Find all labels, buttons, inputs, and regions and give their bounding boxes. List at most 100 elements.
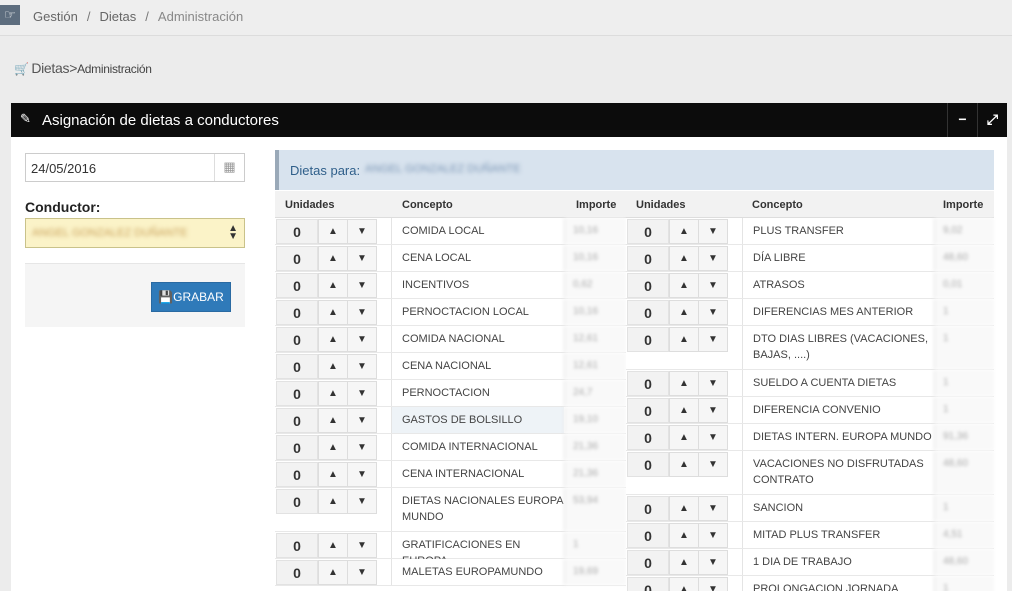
increment-chevron-up-icon[interactable]: ▲ — [669, 327, 699, 352]
increment-chevron-up-icon[interactable]: ▲ — [669, 300, 699, 325]
increment-chevron-up-icon[interactable]: ▲ — [669, 550, 699, 575]
minimize-button[interactable]: − — [947, 103, 977, 137]
increment-chevron-up-icon[interactable]: ▲ — [318, 273, 348, 298]
units-value[interactable]: 0 — [276, 408, 318, 433]
units-value[interactable]: 0 — [276, 354, 318, 379]
increment-chevron-up-icon[interactable]: ▲ — [669, 577, 699, 591]
decrement-chevron-down-icon[interactable]: ▼ — [347, 408, 377, 433]
decrement-chevron-down-icon[interactable]: ▼ — [347, 489, 377, 514]
decrement-chevron-down-icon[interactable]: ▼ — [347, 462, 377, 487]
units-value[interactable]: 0 — [276, 462, 318, 487]
increment-chevron-up-icon[interactable]: ▲ — [318, 462, 348, 487]
conductor-value: ANGEL GONZALEZ DUÑANTE — [32, 227, 188, 239]
decrement-chevron-down-icon[interactable]: ▼ — [698, 425, 728, 450]
importe-value: 10,16 — [564, 245, 626, 271]
concept-label: CENA NACIONAL — [391, 353, 564, 379]
decrement-chevron-down-icon[interactable]: ▼ — [347, 381, 377, 406]
increment-chevron-up-icon[interactable]: ▲ — [318, 435, 348, 460]
decrement-chevron-down-icon[interactable]: ▼ — [347, 354, 377, 379]
decrement-chevron-down-icon[interactable]: ▼ — [347, 300, 377, 325]
floppy-icon: 💾 — [158, 290, 174, 304]
decrement-chevron-down-icon[interactable]: ▼ — [698, 398, 728, 423]
decrement-chevron-down-icon[interactable]: ▼ — [698, 452, 728, 477]
units-value[interactable]: 0 — [276, 327, 318, 352]
increment-chevron-up-icon[interactable]: ▲ — [318, 327, 348, 352]
units-value[interactable]: 0 — [276, 533, 318, 558]
date-field[interactable]: 24/05/2016 ▦ — [25, 153, 245, 182]
decrement-chevron-down-icon[interactable]: ▼ — [347, 246, 377, 271]
importe-value: 9,02 — [934, 218, 994, 244]
units-value[interactable]: 0 — [627, 425, 669, 450]
increment-chevron-up-icon[interactable]: ▲ — [318, 381, 348, 406]
units-value[interactable]: 0 — [627, 300, 669, 325]
increment-chevron-up-icon[interactable]: ▲ — [669, 273, 699, 298]
decrement-chevron-down-icon[interactable]: ▼ — [698, 219, 728, 244]
increment-chevron-up-icon[interactable]: ▲ — [669, 246, 699, 271]
table-row: 0 ▲ ▼ PERNOCTACION LOCAL 10,16 — [275, 299, 626, 326]
header-unidades: Unidades — [285, 199, 335, 211]
thumbs-up-icon[interactable]: ☞ — [0, 5, 20, 25]
increment-chevron-up-icon[interactable]: ▲ — [669, 425, 699, 450]
decrement-chevron-down-icon[interactable]: ▼ — [698, 577, 728, 591]
decrement-chevron-down-icon[interactable]: ▼ — [698, 273, 728, 298]
decrement-chevron-down-icon[interactable]: ▼ — [347, 435, 377, 460]
decrement-chevron-down-icon[interactable]: ▼ — [347, 273, 377, 298]
increment-chevron-up-icon[interactable]: ▲ — [318, 219, 348, 244]
units-value[interactable]: 0 — [276, 381, 318, 406]
units-value[interactable]: 0 — [627, 273, 669, 298]
save-button[interactable]: 💾GRABAR — [151, 282, 231, 312]
date-value: 24/05/2016 — [31, 161, 97, 176]
units-value[interactable]: 0 — [627, 452, 669, 477]
breadcrumb-gestion[interactable]: Gestión — [33, 9, 78, 24]
increment-chevron-up-icon[interactable]: ▲ — [318, 489, 348, 514]
expand-button[interactable]: ⤢ — [977, 103, 1007, 137]
increment-chevron-up-icon[interactable]: ▲ — [669, 398, 699, 423]
units-value[interactable]: 0 — [276, 560, 318, 585]
decrement-chevron-down-icon[interactable]: ▼ — [698, 327, 728, 352]
increment-chevron-up-icon[interactable]: ▲ — [318, 408, 348, 433]
increment-chevron-up-icon[interactable]: ▲ — [318, 533, 348, 558]
units-value[interactable]: 0 — [627, 496, 669, 521]
increment-chevron-up-icon[interactable]: ▲ — [318, 560, 348, 585]
units-value[interactable]: 0 — [627, 523, 669, 548]
units-value[interactable]: 0 — [276, 273, 318, 298]
increment-chevron-up-icon[interactable]: ▲ — [318, 354, 348, 379]
concept-label: SUELDO A CUENTA DIETAS — [742, 370, 934, 396]
decrement-chevron-down-icon[interactable]: ▼ — [698, 371, 728, 396]
units-value[interactable]: 0 — [276, 435, 318, 460]
decrement-chevron-down-icon[interactable]: ▼ — [698, 523, 728, 548]
units-value[interactable]: 0 — [627, 219, 669, 244]
units-value[interactable]: 0 — [276, 219, 318, 244]
decrement-chevron-down-icon[interactable]: ▼ — [698, 496, 728, 521]
conductor-select[interactable]: ANGEL GONZALEZ DUÑANTE ▲ ▼ — [25, 218, 245, 248]
decrement-chevron-down-icon[interactable]: ▼ — [347, 560, 377, 585]
increment-chevron-up-icon[interactable]: ▲ — [669, 452, 699, 477]
units-value[interactable]: 0 — [627, 246, 669, 271]
units-value[interactable]: 0 — [276, 300, 318, 325]
units-value[interactable]: 0 — [627, 398, 669, 423]
concept-label: COMIDA NACIONAL — [391, 326, 564, 352]
decrement-chevron-down-icon[interactable]: ▼ — [347, 219, 377, 244]
units-value[interactable]: 0 — [627, 327, 669, 352]
decrement-chevron-down-icon[interactable]: ▼ — [698, 246, 728, 271]
table-row: 0 ▲ ▼ SUELDO A CUENTA DIETAS 1 — [626, 370, 994, 397]
increment-chevron-up-icon[interactable]: ▲ — [669, 496, 699, 521]
increment-chevron-up-icon[interactable]: ▲ — [669, 371, 699, 396]
units-value[interactable]: 0 — [627, 371, 669, 396]
units-value[interactable]: 0 — [627, 577, 669, 591]
decrement-chevron-down-icon[interactable]: ▼ — [698, 300, 728, 325]
calendar-icon[interactable]: ▦ — [214, 154, 244, 181]
increment-chevron-up-icon[interactable]: ▲ — [318, 300, 348, 325]
top-bar: ☞ Gestión / Dietas / Administración — [0, 0, 1012, 36]
units-value[interactable]: 0 — [627, 550, 669, 575]
decrement-chevron-down-icon[interactable]: ▼ — [347, 533, 377, 558]
decrement-chevron-down-icon[interactable]: ▼ — [698, 550, 728, 575]
decrement-chevron-down-icon[interactable]: ▼ — [347, 327, 377, 352]
breadcrumb-dietas[interactable]: Dietas — [99, 9, 136, 24]
concept-label: INCENTIVOS — [391, 272, 564, 298]
units-value[interactable]: 0 — [276, 489, 318, 514]
increment-chevron-up-icon[interactable]: ▲ — [318, 246, 348, 271]
increment-chevron-up-icon[interactable]: ▲ — [669, 523, 699, 548]
units-value[interactable]: 0 — [276, 246, 318, 271]
increment-chevron-up-icon[interactable]: ▲ — [669, 219, 699, 244]
